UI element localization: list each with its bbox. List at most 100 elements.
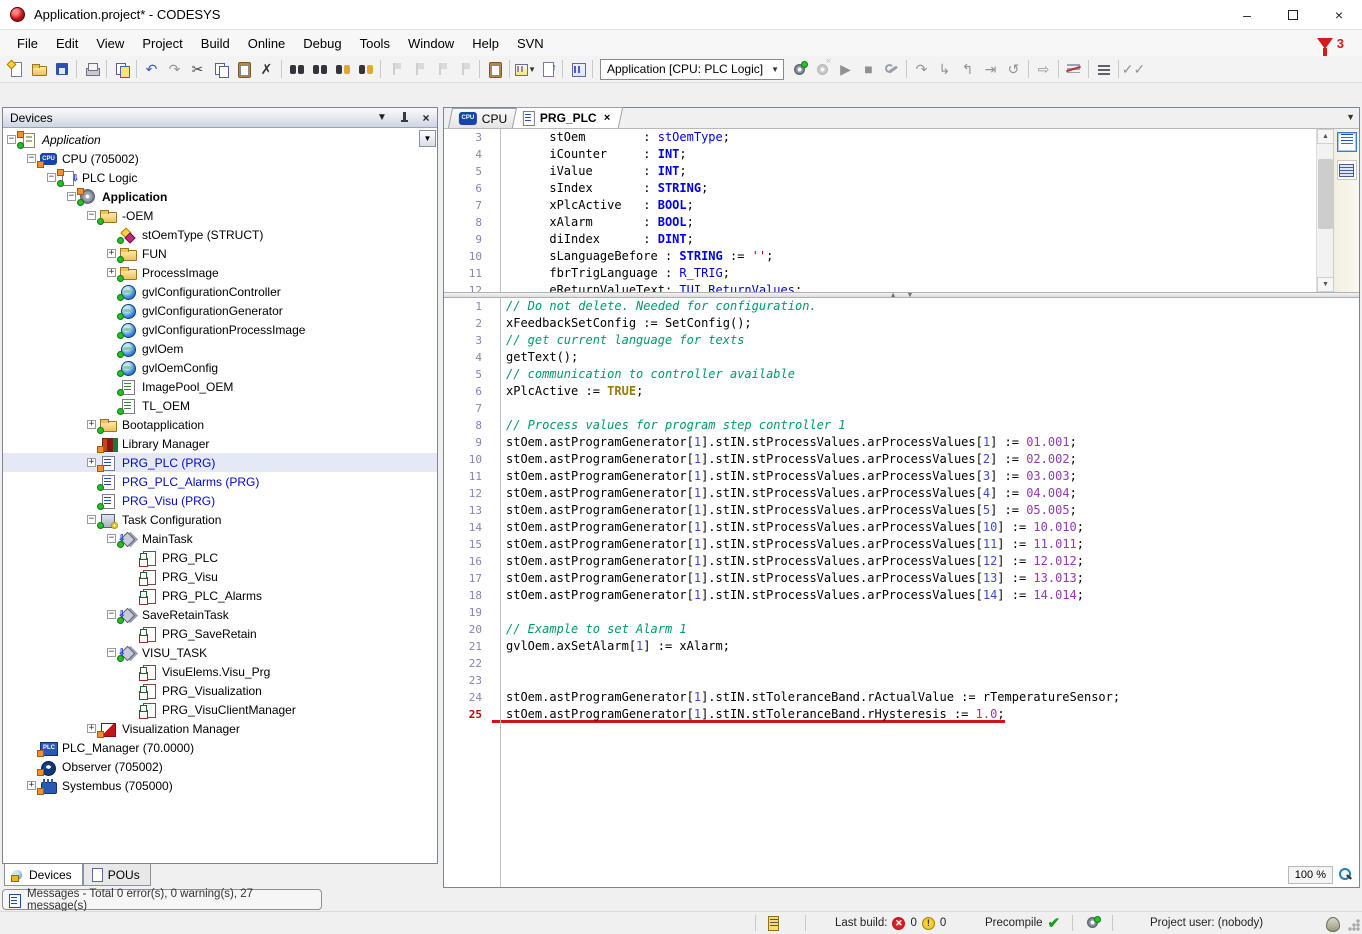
replace-in-project-button[interactable] — [354, 58, 377, 81]
tree-item-gvloem[interactable]: gvlOem — [3, 339, 437, 358]
tab-list-icon[interactable]: ▼ — [1346, 112, 1355, 122]
tree-item-visualization-manager[interactable]: +Visualization Manager — [3, 719, 437, 738]
step-out-button[interactable]: ↰ — [956, 58, 979, 81]
tree-item-prg-visu[interactable]: PRG_Visu — [3, 567, 437, 586]
single-cycle-button[interactable] — [880, 58, 903, 81]
collapse-icon[interactable]: − — [7, 135, 16, 144]
scroll-down-icon[interactable]: ▼ — [1317, 277, 1334, 292]
textual-view-button[interactable] — [1337, 132, 1357, 152]
collapse-icon[interactable]: − — [47, 173, 56, 182]
tree-item-prg-visu-prg[interactable]: PRG_Visu (PRG) — [3, 491, 437, 510]
tree-item-prg-plc-prg[interactable]: +PRG_PLC (PRG) — [3, 453, 437, 472]
expand-icon[interactable]: + — [87, 458, 96, 467]
menu-item-edit[interactable]: Edit — [47, 32, 87, 55]
paste-object-button[interactable] — [483, 58, 506, 81]
collapse-icon[interactable]: − — [107, 648, 116, 657]
previous-bookmark-button[interactable] — [407, 58, 430, 81]
menu-item-svn[interactable]: SVN — [508, 32, 553, 55]
collapse-icon[interactable]: − — [87, 515, 96, 524]
print-button[interactable] — [80, 58, 103, 81]
expand-icon[interactable]: + — [107, 249, 116, 258]
menu-item-debug[interactable]: Debug — [294, 32, 350, 55]
status-doc-icon[interactable] — [768, 916, 781, 930]
menu-item-online[interactable]: Online — [239, 32, 295, 55]
menu-item-project[interactable]: Project — [133, 32, 191, 55]
undo-button[interactable]: ↶ — [140, 58, 163, 81]
menu-item-tools[interactable]: Tools — [351, 32, 399, 55]
menu-item-file[interactable]: File — [8, 32, 47, 55]
export-device-button[interactable] — [536, 58, 559, 81]
messages-bar[interactable]: Messages - Total 0 error(s), 0 warning(s… — [2, 889, 322, 910]
expand-icon[interactable]: + — [107, 268, 116, 277]
find-in-project-button[interactable] — [331, 58, 354, 81]
step-over-button[interactable]: ↷ — [910, 58, 933, 81]
panel-close-icon[interactable]: × — [419, 111, 433, 125]
tree-item-prg-saveretain[interactable]: PRG_SaveRetain — [3, 624, 437, 643]
tree-item-visuelems-visu-prg[interactable]: VisuElems.Visu_Prg — [3, 662, 437, 681]
tree-item-bootapplication[interactable]: +Bootapplication — [3, 415, 437, 434]
user-management-icon[interactable] — [1325, 916, 1340, 931]
close-button[interactable]: × — [1316, 0, 1362, 29]
tree-item-gvlconfigurationprocessimage[interactable]: gvlConfigurationProcessImage — [3, 320, 437, 339]
tree-item-saveretaintask[interactable]: −SaveRetainTask — [3, 605, 437, 624]
collapse-icon[interactable]: − — [67, 192, 76, 201]
panel-menu-icon[interactable]: ▼ — [375, 112, 389, 123]
expand-icon[interactable]: + — [87, 724, 96, 733]
expand-icon[interactable]: + — [27, 781, 36, 790]
new-file-button[interactable] — [4, 58, 27, 81]
expand-icon[interactable]: + — [87, 420, 96, 429]
watch-list-button[interactable] — [1092, 58, 1115, 81]
logout-button[interactable] — [811, 58, 834, 81]
tree-item-prg-plc-alarms-prg[interactable]: PRG_PLC_Alarms (PRG) — [3, 472, 437, 491]
open-file-button[interactable] — [27, 58, 50, 81]
tree-item-library-manager[interactable]: Library Manager — [3, 434, 437, 453]
active-application-dropdown[interactable]: Application [CPU: PLC Logic] ▼ — [600, 59, 784, 80]
bottom-tab-pous[interactable]: POUs — [83, 864, 151, 886]
device-repository-button[interactable] — [566, 58, 589, 81]
editor-tab-cpu[interactable]: CPU — [448, 108, 521, 128]
menu-item-build[interactable]: Build — [192, 32, 239, 55]
tree-item-gvloemconfig[interactable]: gvlOemConfig — [3, 358, 437, 377]
pin-icon[interactable] — [399, 112, 409, 124]
next-bookmark-button[interactable] — [430, 58, 453, 81]
tree-item-systembus-705000[interactable]: +Systembus (705000) — [3, 776, 437, 795]
clear-bookmarks-button[interactable] — [453, 58, 476, 81]
code-zoom-icon[interactable] — [1337, 867, 1353, 883]
generate-code-button[interactable] — [1062, 58, 1085, 81]
tree-item-plc-logic[interactable]: −PLC Logic — [3, 168, 437, 187]
maximize-button[interactable] — [1270, 0, 1316, 29]
menu-item-help[interactable]: Help — [463, 32, 508, 55]
declaration-scrollbar[interactable]: ▲ ▼ — [1316, 129, 1333, 292]
tree-item-oem[interactable]: −-OEM — [3, 206, 437, 225]
bottom-tab-devices[interactable]: Devices — [4, 864, 83, 886]
collapse-icon[interactable]: − — [107, 534, 116, 543]
reset-button[interactable]: ↺ — [1002, 58, 1025, 81]
editor-tab-prg-plc[interactable]: PRG_PLC× — [512, 107, 624, 128]
tree-item-visu-task[interactable]: −VISU_TASK — [3, 643, 437, 662]
tree-item-cpu-705002[interactable]: −CPU (705002) — [3, 149, 437, 168]
collapse-icon[interactable]: − — [87, 211, 96, 220]
compile-status-icon[interactable] — [1086, 916, 1101, 931]
tabular-view-button[interactable] — [1337, 160, 1357, 180]
tree-item-imagepool-oem[interactable]: ImagePool_OEM — [3, 377, 437, 396]
copy-project-button[interactable] — [110, 58, 133, 81]
delete-button[interactable]: ✗ — [255, 58, 278, 81]
tree-item-gvlconfigurationgenerator[interactable]: gvlConfigurationGenerator — [3, 301, 437, 320]
recompile-button[interactable]: ✓✓ — [1122, 58, 1145, 81]
copy-button[interactable] — [209, 58, 232, 81]
menu-item-window[interactable]: Window — [399, 32, 463, 55]
tree-item-prg-visualization[interactable]: PRG_Visualization — [3, 681, 437, 700]
next-statement-button[interactable]: ⇨ — [1032, 58, 1055, 81]
tree-item-tl-oem[interactable]: TL_OEM — [3, 396, 437, 415]
tree-item-maintask[interactable]: −MainTask — [3, 529, 437, 548]
collapse-icon[interactable]: − — [107, 610, 116, 619]
run-to-cursor-button[interactable]: ⇥ — [979, 58, 1002, 81]
toggle-bookmark-button[interactable] — [384, 58, 407, 81]
tree-item-gvlconfigurationcontroller[interactable]: gvlConfigurationController — [3, 282, 437, 301]
tree-item-processimage[interactable]: +ProcessImage — [3, 263, 437, 282]
login-button[interactable] — [788, 58, 811, 81]
scroll-up-icon[interactable]: ▲ — [1317, 129, 1334, 144]
tree-item-application[interactable]: −Application — [3, 187, 437, 206]
find-button[interactable] — [285, 58, 308, 81]
new-device-button[interactable]: ▼ — [513, 58, 536, 81]
